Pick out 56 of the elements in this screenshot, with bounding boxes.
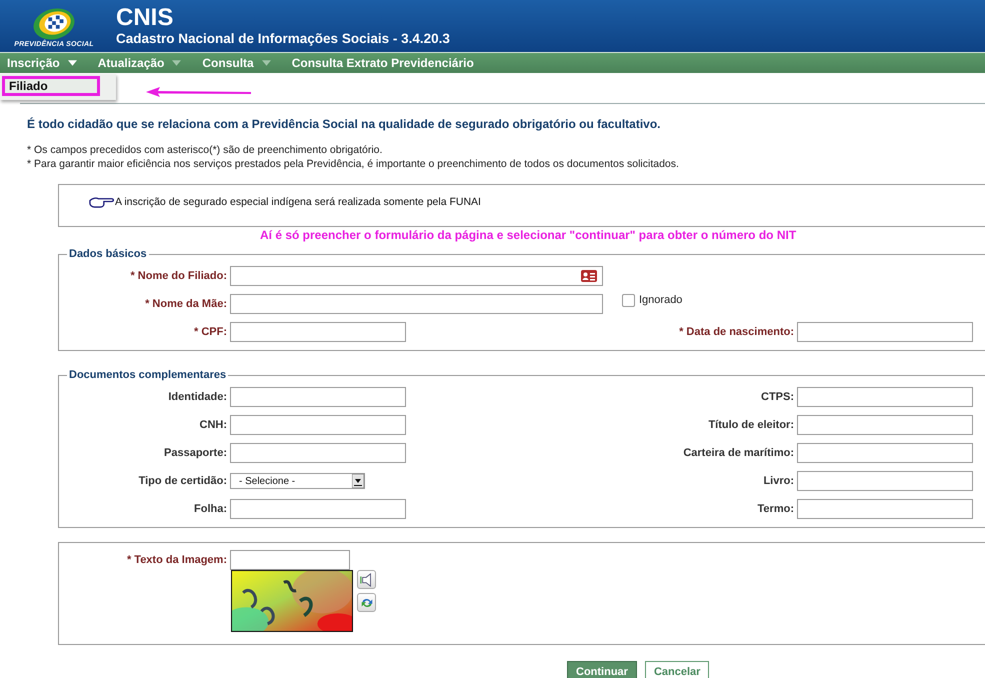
checkbox-label: Ignorado [639,294,682,306]
caret-icon [262,60,271,66]
text-field[interactable] [230,499,406,519]
field-label: Passaporte: [163,447,228,459]
app-subtitle: Cadastro Nacional de Informações Sociais - 3.4.20.3 [116,31,450,47]
menu-item[interactable]: Consulta [195,56,277,70]
text-field[interactable] [230,415,406,435]
menu-item[interactable]: Atualização [90,56,188,70]
caret-icon [172,60,182,66]
field-label: CNH: [198,419,228,431]
text-field[interactable] [230,266,603,286]
text-field[interactable] [797,471,973,491]
field-label: Livro: [763,475,795,487]
notice-text: A inscrição de segurado especial indígena será realizada somente pela FUNAI [115,196,481,208]
text-field[interactable] [230,550,350,570]
section-legend: Documentos complementares [67,369,228,381]
field-label: Termo: [758,503,795,515]
menu-item[interactable]: Inscrição [0,56,83,70]
field-label: Folha: [193,503,228,515]
refresh-button[interactable] [357,593,376,612]
select-field[interactable]: - Selecione - [230,473,365,489]
intro-text: É todo cidadão que se relaciona com a Previdência Social na qualidade de segurado obrigatório ou facultativo. [27,117,662,131]
text-field[interactable] [230,387,406,407]
menu-item[interactable]: Filiado [2,76,100,96]
field-label: * Nome da Mãe: [144,298,228,310]
text-field[interactable] [797,499,973,519]
text-field[interactable] [230,294,603,314]
caret-icon [68,60,77,66]
audio-button[interactable] [357,570,376,589]
field-label: Identidade: [167,391,228,403]
section-legend: Dados básicos [67,248,149,260]
pointing-hand-icon [89,195,115,208]
annotation-text: Aí é só preencher o formulário da página e selecionar "continuar" para obter o número do NIT [260,228,798,242]
field-label: * Texto da Imagem: [126,554,228,566]
text-field[interactable] [230,443,406,463]
field-label: CTPS: [761,391,795,403]
form-button[interactable]: Continuar [567,661,637,678]
form-button[interactable]: Cancelar [644,661,710,678]
text-field[interactable] [797,443,973,463]
field-label: * Data de nascimento: [679,326,795,338]
field-label: * CPF: [193,326,228,338]
field-label: Carteira de marítimo: [683,447,795,459]
checkbox[interactable] [622,294,635,306]
speaker-icon [360,572,374,586]
field-label: * Nome do Filiado: [129,270,228,282]
text-field[interactable] [797,387,973,407]
field-label: Título de eleitor: [708,419,795,431]
field-label: Tipo de certidão: [138,475,228,487]
note-text: * Os campos precedidos com asterisco(*) são de preenchimento obrigatório. [27,143,384,157]
text-field[interactable] [797,415,973,435]
text-field[interactable] [230,322,406,342]
text-field[interactable] [797,322,973,342]
menu-item[interactable]: Consulta Extrato Previdenciário [284,56,480,70]
note-text: * Para garantir maior eficiência nos serviços prestados pela Previdência, é importante o preenchimento de todos os documentos solicitados. [27,157,680,171]
app-title: CNIS [116,5,174,31]
dropdown-arrow-icon [352,474,364,488]
